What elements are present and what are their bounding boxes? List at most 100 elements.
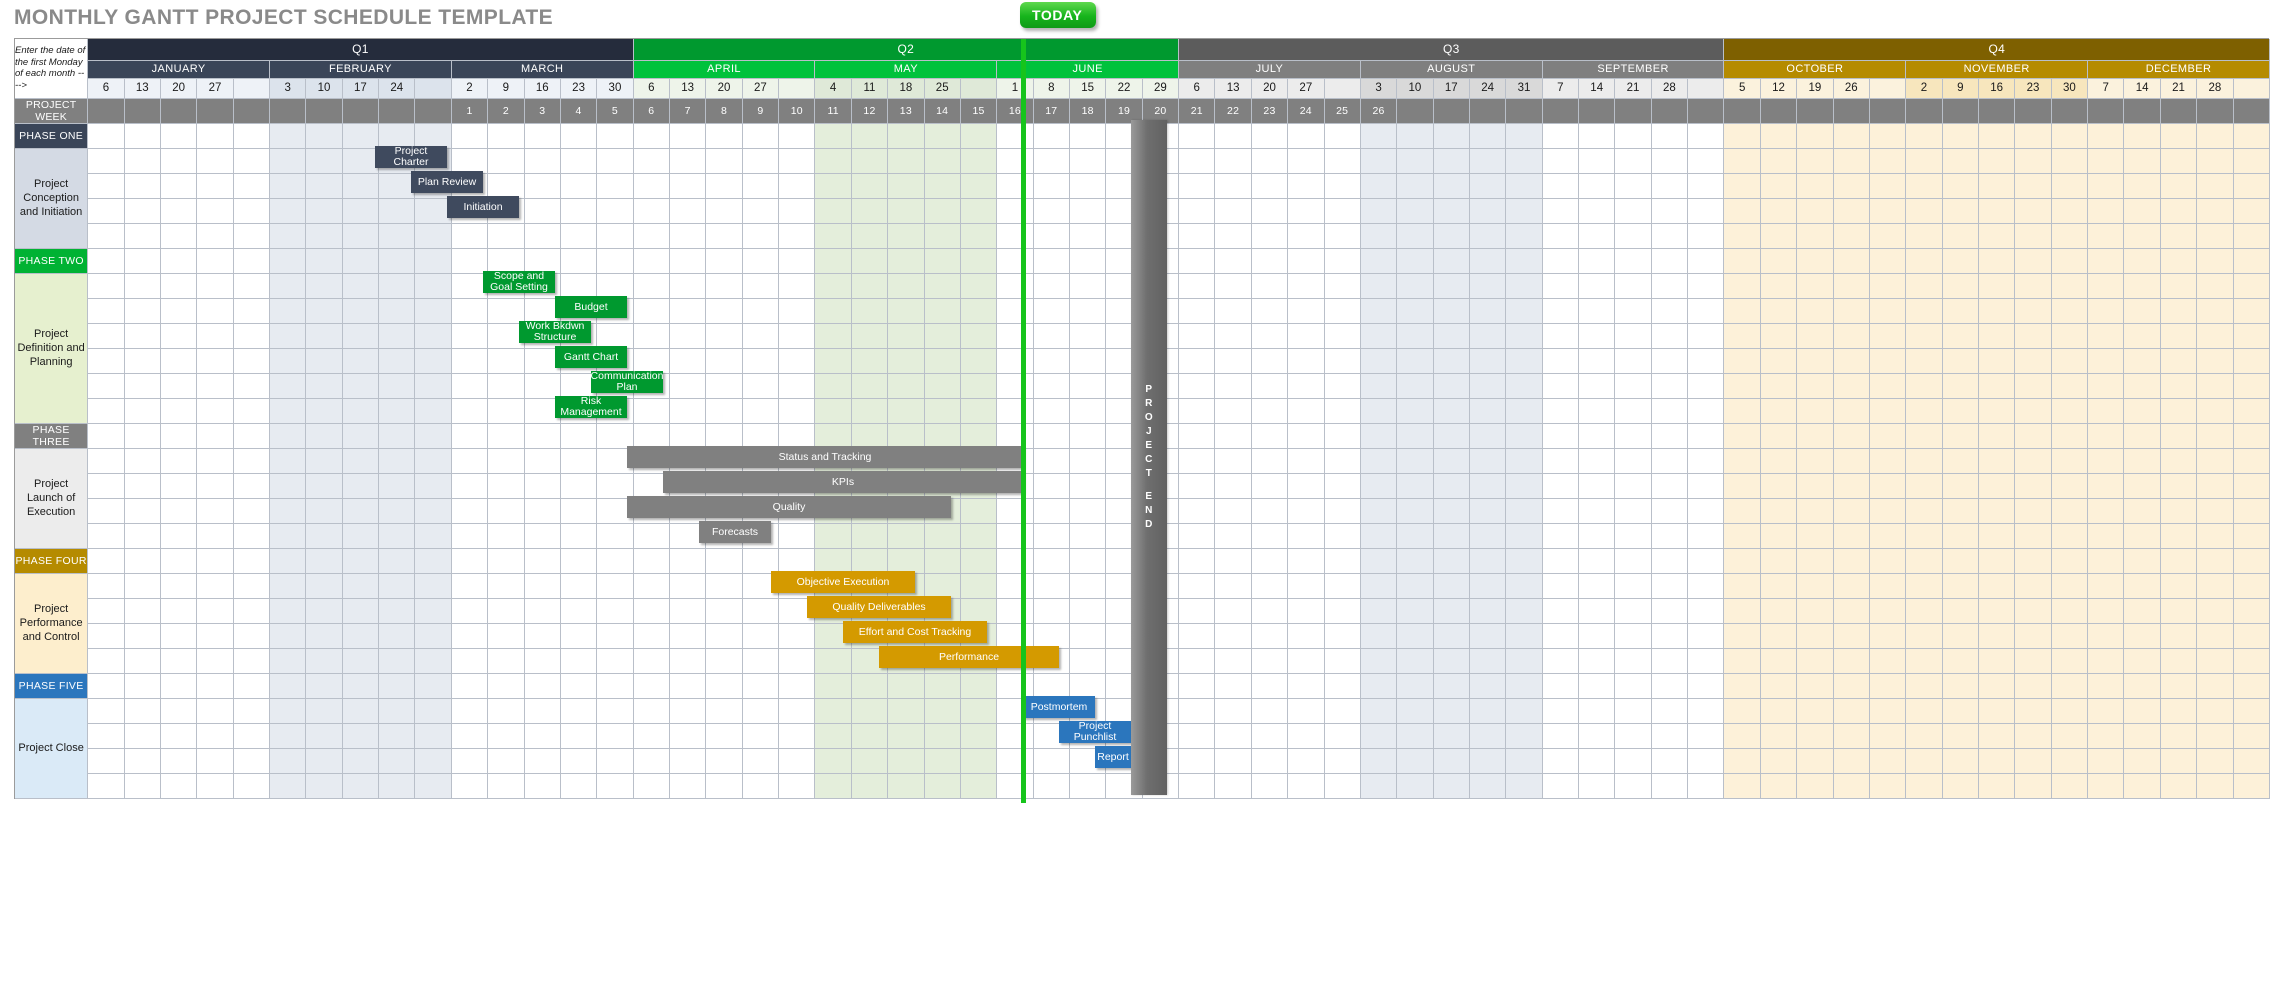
task-bar[interactable]: Forecasts — [699, 521, 771, 543]
grid-cell — [269, 373, 307, 399]
grid-cell — [1505, 598, 1543, 624]
week-date-cell: 17 — [342, 78, 380, 99]
task-bar[interactable]: Plan Review — [411, 171, 483, 193]
grid-cell — [1069, 398, 1107, 424]
grid-cell — [1360, 623, 1398, 649]
grid-cell — [2196, 598, 2234, 624]
task-bar[interactable]: KPIs — [663, 471, 1023, 493]
task-bar[interactable]: Scope and Goal Setting — [483, 271, 555, 293]
task-bar[interactable]: Initiation — [447, 196, 519, 218]
grid-cell — [1287, 248, 1325, 274]
grid-cell — [814, 423, 852, 449]
grid-cell — [633, 398, 671, 424]
grid-cell — [1760, 273, 1798, 299]
project-week-number — [2087, 98, 2125, 124]
task-bar[interactable]: Effort and Cost Tracking — [843, 621, 987, 643]
grid-cell — [1433, 773, 1470, 799]
grid-cell — [1324, 148, 1361, 174]
grid-cell — [269, 223, 307, 249]
grid-cell — [887, 523, 925, 549]
week-date-cell: 31 — [1505, 78, 1543, 99]
grid-cell — [1869, 548, 1907, 574]
grid-cell — [2196, 298, 2234, 324]
grid-cell — [778, 373, 816, 399]
task-bar[interactable]: Quality — [627, 496, 951, 518]
grid-cell — [960, 523, 998, 549]
grid-cell — [1396, 698, 1434, 724]
grid-cell — [1214, 423, 1252, 449]
grid-cell — [305, 373, 343, 399]
task-bar[interactable]: Status and Tracking — [627, 446, 1023, 468]
grid-cell — [1360, 423, 1398, 449]
project-week-number: 25 — [1324, 98, 1361, 124]
grid-cell — [1723, 173, 1761, 199]
grid-cell — [1542, 173, 1580, 199]
grid-cell — [524, 473, 561, 499]
task-bar[interactable]: Budget — [555, 296, 627, 318]
task-bar[interactable]: Communication Plan — [591, 371, 663, 393]
grid-cell — [305, 273, 343, 299]
today-flag[interactable]: TODAY — [1020, 2, 1097, 28]
grid-cell — [2123, 423, 2161, 449]
grid-cell — [1833, 773, 1870, 799]
task-bar[interactable]: Gantt Chart — [555, 346, 627, 368]
grid-cell — [196, 123, 234, 149]
grid-cell — [1542, 398, 1580, 424]
grid-cell — [124, 473, 161, 499]
grid-cell — [524, 773, 561, 799]
grid-cell — [560, 748, 598, 774]
task-bar[interactable]: Performance — [879, 646, 1059, 668]
grid-cell — [1433, 448, 1470, 474]
grid-cell — [378, 523, 416, 549]
grid-cell — [1687, 473, 1725, 499]
grid-cell — [87, 248, 125, 274]
task-bar[interactable]: Postmortem — [1023, 696, 1095, 718]
week-date-cell: 5 — [1723, 78, 1761, 99]
gantt-header: Enter the date of the first Monday of ea… — [15, 39, 2271, 124]
grid-cell — [305, 398, 343, 424]
grid-cell — [742, 598, 780, 624]
grid-cell — [1687, 448, 1725, 474]
task-bar[interactable]: Objective Execution — [771, 571, 915, 593]
grid-cell — [2014, 298, 2052, 324]
grid-cell — [814, 323, 852, 349]
grid-cell — [996, 273, 1034, 299]
task-bar[interactable]: Work Bkdwn Structure — [519, 321, 591, 343]
grid-cell — [378, 248, 416, 274]
week-date-cell: 2 — [451, 78, 489, 99]
grid-cell — [1578, 198, 1616, 224]
week-date-cell: 2 — [1905, 78, 1943, 99]
grid-cell — [1942, 448, 1980, 474]
grid-cell — [1324, 273, 1361, 299]
grid-cell — [1396, 748, 1434, 774]
project-week-number: 2 — [487, 98, 525, 124]
grid-cell — [669, 748, 707, 774]
week-date-cell: 13 — [1214, 78, 1252, 99]
grid-cell — [2233, 298, 2271, 324]
grid-cell — [705, 323, 743, 349]
grid-cell — [160, 673, 198, 699]
grid-cell — [1251, 648, 1289, 674]
task-bar[interactable]: Project Charter — [375, 146, 447, 168]
grid-cell — [2160, 223, 2198, 249]
task-bar[interactable]: Project Punchlist — [1059, 721, 1131, 743]
project-week-number — [2014, 98, 2052, 124]
grid-cell — [269, 498, 307, 524]
grid-cell — [1033, 573, 1070, 599]
grid-cell — [305, 648, 343, 674]
grid-cell — [1651, 498, 1689, 524]
week-date-cell: 23 — [560, 78, 598, 99]
grid-cell — [1760, 748, 1798, 774]
grid-cell — [269, 398, 307, 424]
task-bar[interactable]: Report — [1095, 746, 1131, 768]
grid-cell — [996, 173, 1034, 199]
task-bar[interactable]: Risk Management — [555, 396, 627, 418]
task-bar[interactable]: Quality Deliverables — [807, 596, 951, 618]
grid-cell — [633, 348, 671, 374]
grid-cell — [1760, 673, 1798, 699]
grid-cell — [2196, 348, 2234, 374]
week-date-cell: 3 — [269, 78, 307, 99]
grid-cell — [1760, 298, 1798, 324]
grid-cell — [1651, 123, 1689, 149]
grid-cell — [1287, 598, 1325, 624]
